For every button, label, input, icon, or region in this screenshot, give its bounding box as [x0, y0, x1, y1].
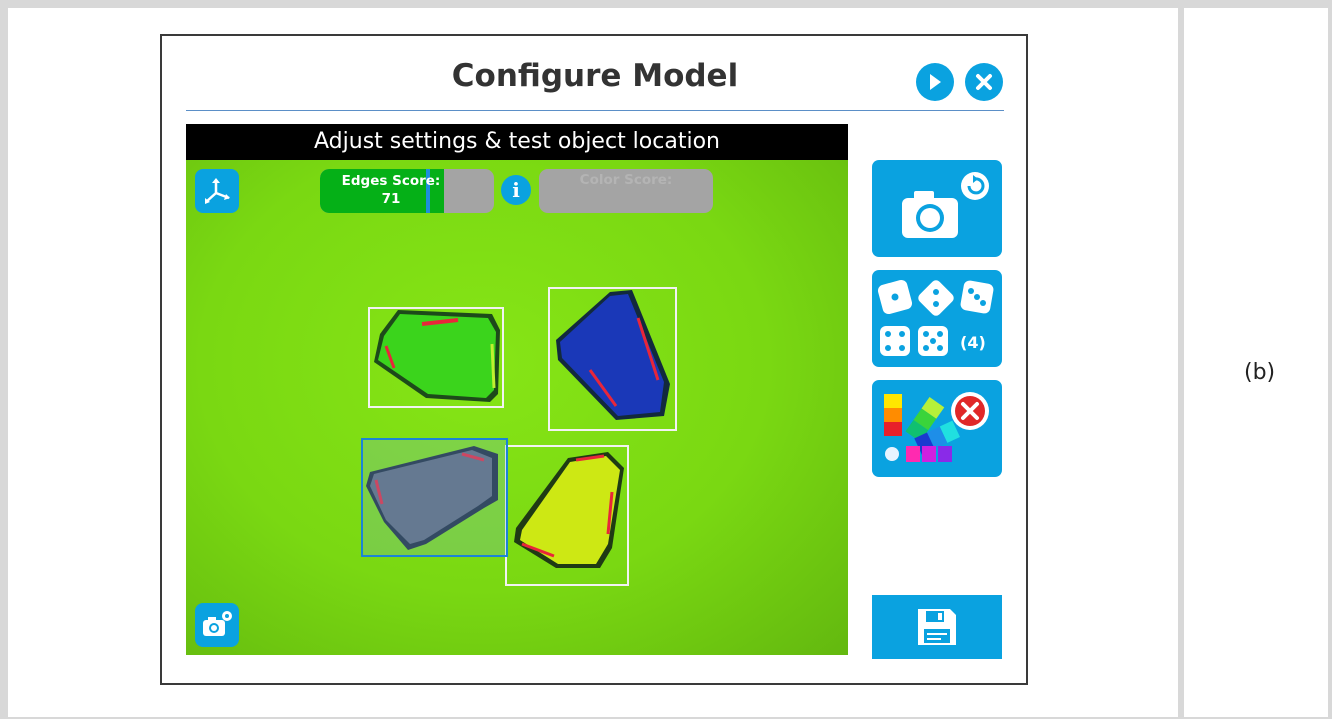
detection-box[interactable] [505, 445, 629, 586]
page-border [0, 0, 1332, 8]
color-palette-icon [884, 392, 989, 462]
color-filter-button[interactable] [872, 380, 1002, 477]
save-button[interactable] [872, 595, 1002, 659]
dialog-title: Configure Model [451, 58, 739, 94]
capture-image-button[interactable] [872, 160, 1002, 257]
close-button[interactable] [965, 63, 1003, 101]
camera-refresh-icon [902, 172, 989, 238]
play-icon [930, 74, 941, 90]
figure-caption: (b) [1244, 360, 1276, 385]
axes-button[interactable] [195, 169, 239, 213]
view-header: Adjust settings & test object location [186, 124, 848, 160]
detection-box[interactable] [548, 287, 677, 431]
edges-score-bar: Edges Score: 71 [320, 169, 494, 213]
edges-score-label: Edges Score: 71 [320, 172, 494, 208]
models-count: (4) [960, 333, 986, 352]
configure-model-dialog: Configure Model Adjust settings & test o… [160, 34, 1028, 685]
detection-box-selected[interactable] [361, 438, 508, 557]
page-border [1328, 0, 1332, 719]
edges-score-title: Edges Score: [341, 173, 441, 189]
play-button[interactable] [916, 63, 954, 101]
info-icon: i [512, 178, 520, 202]
detection-box[interactable] [368, 307, 504, 408]
close-icon [976, 74, 992, 90]
page-border [0, 0, 8, 719]
axes-icon [205, 178, 230, 204]
edges-score-value: 71 [381, 191, 401, 207]
save-icon [918, 609, 956, 645]
column-divider [1178, 0, 1184, 719]
title-divider [186, 110, 1004, 111]
camera-settings-icon [203, 611, 232, 636]
dice-icon [877, 279, 994, 356]
camera-settings-button[interactable] [195, 603, 239, 647]
camera-view[interactable]: Adjust settings & test object location E… [186, 124, 848, 655]
color-score-bar: Color Score: [539, 169, 713, 213]
info-button[interactable]: i [501, 175, 531, 205]
multiple-models-button[interactable]: (4) [872, 270, 1002, 367]
